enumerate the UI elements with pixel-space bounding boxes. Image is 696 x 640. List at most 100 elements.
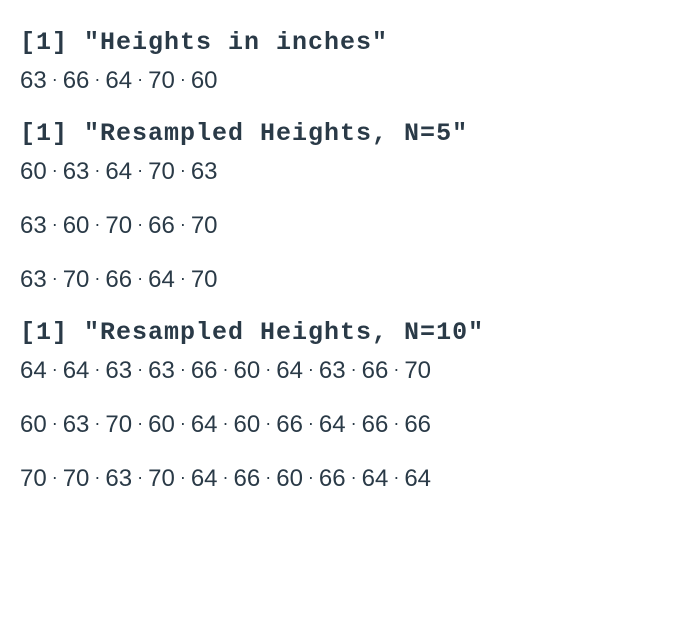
data-value: 60: [20, 158, 47, 185]
data-row: 63·70·66·64·70: [20, 266, 676, 294]
separator-dot: ·: [393, 413, 399, 434]
separator-dot: ·: [52, 268, 58, 289]
separator-dot: ·: [180, 160, 186, 181]
separator-dot: ·: [137, 268, 143, 289]
separator-dot: ·: [137, 69, 143, 90]
data-rows-group-1: 60·63·64·70·6363·60·70·66·7063·70·66·64·…: [20, 158, 676, 294]
separator-dot: ·: [308, 413, 314, 434]
separator-dot: ·: [180, 69, 186, 90]
data-value: 70: [404, 357, 431, 384]
separator-dot: ·: [265, 359, 271, 380]
data-value: 63: [20, 212, 47, 239]
data-value: 66: [234, 465, 261, 492]
data-row: 60·63·70·60·64·60·66·64·66·66: [20, 411, 676, 439]
separator-dot: ·: [94, 268, 100, 289]
data-value: 63: [105, 357, 132, 384]
data-value: 70: [105, 212, 132, 239]
output-header: [1] "Resampled Heights, N=10": [20, 318, 676, 347]
data-rows-group-0: 63·66·64·70·60: [20, 67, 676, 95]
separator-dot: ·: [351, 359, 357, 380]
data-value: 63: [63, 411, 90, 438]
section-resampled-n5: [1] "Resampled Heights, N=5" 60·63·64·70…: [20, 119, 676, 294]
separator-dot: ·: [223, 467, 229, 488]
section-heights-original: [1] "Heights in inches" 63·66·64·70·60: [20, 28, 676, 95]
separator-dot: ·: [393, 359, 399, 380]
data-value: 66: [191, 357, 218, 384]
data-value: 60: [234, 411, 261, 438]
data-value: 63: [105, 465, 132, 492]
data-value: 66: [404, 411, 431, 438]
data-value: 64: [63, 357, 90, 384]
separator-dot: ·: [52, 214, 58, 235]
data-value: 63: [63, 158, 90, 185]
separator-dot: ·: [137, 467, 143, 488]
data-value: 60: [276, 465, 303, 492]
data-value: 64: [105, 67, 132, 94]
data-value: 70: [191, 266, 218, 293]
separator-dot: ·: [180, 413, 186, 434]
data-value: 60: [148, 411, 175, 438]
data-value: 64: [105, 158, 132, 185]
separator-dot: ·: [94, 413, 100, 434]
separator-dot: ·: [137, 359, 143, 380]
section-resampled-n10: [1] "Resampled Heights, N=10" 64·64·63·6…: [20, 318, 676, 493]
data-rows-group-2: 64·64·63·63·66·60·64·63·66·7060·63·70·60…: [20, 357, 676, 493]
data-value: 63: [319, 357, 346, 384]
data-value: 66: [276, 411, 303, 438]
separator-dot: ·: [52, 467, 58, 488]
separator-dot: ·: [223, 413, 229, 434]
data-value: 60: [63, 212, 90, 239]
separator-dot: ·: [180, 359, 186, 380]
data-row: 63·60·70·66·70: [20, 212, 676, 240]
data-value: 66: [362, 411, 389, 438]
data-value: 64: [191, 411, 218, 438]
data-value: 64: [362, 465, 389, 492]
data-value: 70: [105, 411, 132, 438]
separator-dot: ·: [94, 214, 100, 235]
data-row: 60·63·64·70·63: [20, 158, 676, 186]
data-value: 70: [148, 465, 175, 492]
separator-dot: ·: [137, 160, 143, 181]
data-row: 63·66·64·70·60: [20, 67, 676, 95]
data-value: 70: [63, 465, 90, 492]
data-row: 64·64·63·63·66·60·64·63·66·70: [20, 357, 676, 385]
output-header: [1] "Resampled Heights, N=5": [20, 119, 676, 148]
separator-dot: ·: [308, 467, 314, 488]
separator-dot: ·: [94, 467, 100, 488]
data-value: 64: [404, 465, 431, 492]
separator-dot: ·: [393, 467, 399, 488]
separator-dot: ·: [94, 160, 100, 181]
data-value: 64: [191, 465, 218, 492]
data-value: 60: [20, 411, 47, 438]
data-value: 64: [276, 357, 303, 384]
data-value: 64: [20, 357, 47, 384]
data-value: 60: [234, 357, 261, 384]
data-value: 66: [362, 357, 389, 384]
separator-dot: ·: [52, 413, 58, 434]
data-value: 66: [63, 67, 90, 94]
separator-dot: ·: [180, 467, 186, 488]
data-value: 70: [148, 67, 175, 94]
separator-dot: ·: [180, 268, 186, 289]
separator-dot: ·: [265, 413, 271, 434]
separator-dot: ·: [351, 413, 357, 434]
data-value: 70: [20, 465, 47, 492]
separator-dot: ·: [308, 359, 314, 380]
separator-dot: ·: [223, 359, 229, 380]
data-value: 63: [20, 266, 47, 293]
data-value: 63: [148, 357, 175, 384]
data-value: 64: [148, 266, 175, 293]
data-value: 64: [319, 411, 346, 438]
data-value: 70: [63, 266, 90, 293]
data-value: 63: [191, 158, 218, 185]
data-value: 70: [191, 212, 218, 239]
separator-dot: ·: [52, 160, 58, 181]
separator-dot: ·: [137, 214, 143, 235]
data-row: 70·70·63·70·64·66·60·66·64·64: [20, 465, 676, 493]
separator-dot: ·: [52, 69, 58, 90]
separator-dot: ·: [94, 359, 100, 380]
separator-dot: ·: [265, 467, 271, 488]
separator-dot: ·: [180, 214, 186, 235]
data-value: 66: [319, 465, 346, 492]
data-value: 60: [191, 67, 218, 94]
